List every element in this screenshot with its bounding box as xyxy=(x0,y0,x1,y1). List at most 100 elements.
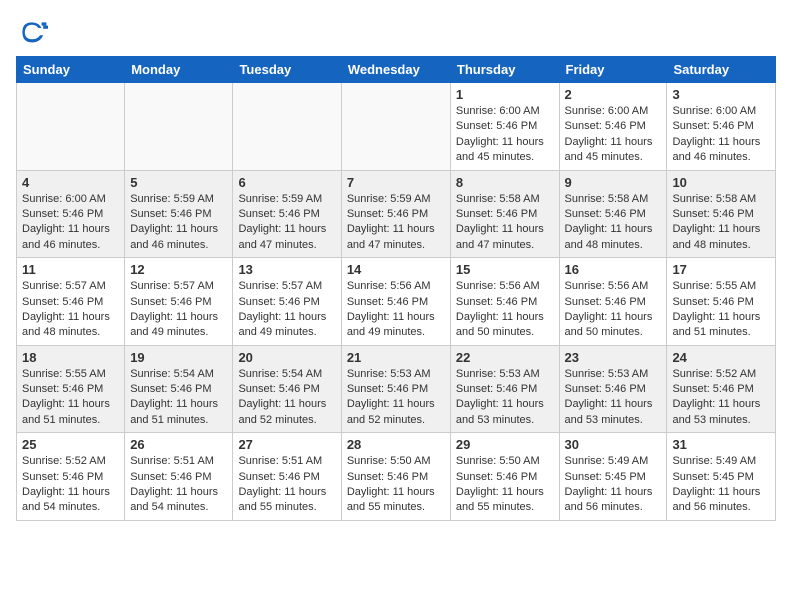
day-number: 30 xyxy=(565,437,662,452)
day-info: Sunrise: 5:53 AM Sunset: 5:46 PM Dayligh… xyxy=(565,367,662,429)
calendar-day: 30 Sunrise: 5:49 AM Sunset: 5:45 PM Dayli… xyxy=(559,433,667,521)
calendar-day: 8Sunrise: 5:58 AM Sunset: 5:46 PM Daylig… xyxy=(450,170,559,258)
calendar: SundayMondayTuesdayWednesdayThursdayFrid… xyxy=(16,56,776,521)
day-number: 2 xyxy=(565,87,662,102)
day-number: 23 xyxy=(565,350,662,365)
calendar-week-4: 18 Sunrise: 5:55 AM Sunset: 5:46 PM Dayli… xyxy=(17,345,776,433)
calendar-day xyxy=(125,83,233,171)
day-number: 16 xyxy=(565,262,662,277)
calendar-day: 2 Sunrise: 6:00 AM Sunset: 5:46 PM Daylig… xyxy=(559,83,667,171)
calendar-header-monday: Monday xyxy=(125,57,233,83)
calendar-day: 13Sunrise: 5:57 AM Sunset: 5:46 PM Dayli… xyxy=(233,258,341,346)
calendar-day: 14 Sunrise: 5:56 AM Sunset: 5:46 PM Dayli… xyxy=(341,258,450,346)
calendar-week-2: 4 Sunrise: 6:00 AM Sunset: 5:46 PM Daylig… xyxy=(17,170,776,258)
calendar-day xyxy=(233,83,341,171)
calendar-day: 12Sunrise: 5:57 AM Sunset: 5:46 PM Dayli… xyxy=(125,258,233,346)
calendar-day: 11 Sunrise: 5:57 AM Sunset: 5:46 PM Dayli… xyxy=(17,258,125,346)
day-info: Sunrise: 5:52 AM Sunset: 5:46 PM Dayligh… xyxy=(22,454,119,516)
day-number: 13 xyxy=(238,262,335,277)
day-number: 20 xyxy=(238,350,335,365)
day-info: Sunrise: 5:54 AM Sunset: 5:46 PM Dayligh… xyxy=(238,367,335,429)
day-number: 11 xyxy=(22,262,119,277)
calendar-day: 18 Sunrise: 5:55 AM Sunset: 5:46 PM Dayli… xyxy=(17,345,125,433)
calendar-header-row: SundayMondayTuesdayWednesdayThursdayFrid… xyxy=(17,57,776,83)
day-number: 25 xyxy=(22,437,119,452)
page-header xyxy=(16,16,776,48)
calendar-day: 24Sunrise: 5:52 AM Sunset: 5:46 PM Dayli… xyxy=(667,345,776,433)
calendar-day: 15 Sunrise: 5:56 AM Sunset: 5:46 PM Dayli… xyxy=(450,258,559,346)
day-info: Sunrise: 5:59 AM Sunset: 5:46 PM Dayligh… xyxy=(347,192,445,254)
calendar-day: 23 Sunrise: 5:53 AM Sunset: 5:46 PM Dayli… xyxy=(559,345,667,433)
calendar-day: 21 Sunrise: 5:53 AM Sunset: 5:46 PM Dayli… xyxy=(341,345,450,433)
calendar-body: 1 Sunrise: 6:00 AM Sunset: 5:46 PM Daylig… xyxy=(17,83,776,521)
day-number: 29 xyxy=(456,437,554,452)
calendar-day: 4 Sunrise: 6:00 AM Sunset: 5:46 PM Daylig… xyxy=(17,170,125,258)
day-info: Sunrise: 5:56 AM Sunset: 5:46 PM Dayligh… xyxy=(347,279,445,341)
calendar-day: 17 Sunrise: 5:55 AM Sunset: 5:46 PM Dayli… xyxy=(667,258,776,346)
day-info: Sunrise: 5:51 AM Sunset: 5:46 PM Dayligh… xyxy=(130,454,227,516)
calendar-day: 31 Sunrise: 5:49 AM Sunset: 5:45 PM Dayli… xyxy=(667,433,776,521)
day-info: Sunrise: 5:57 AM Sunset: 5:46 PM Dayligh… xyxy=(130,279,227,341)
day-info: Sunrise: 5:49 AM Sunset: 5:45 PM Dayligh… xyxy=(565,454,662,516)
calendar-day: 20 Sunrise: 5:54 AM Sunset: 5:46 PM Dayli… xyxy=(233,345,341,433)
day-number: 5 xyxy=(130,175,227,190)
calendar-day: 28 Sunrise: 5:50 AM Sunset: 5:46 PM Dayli… xyxy=(341,433,450,521)
calendar-day: 9Sunrise: 5:58 AM Sunset: 5:46 PM Daylig… xyxy=(559,170,667,258)
calendar-week-1: 1 Sunrise: 6:00 AM Sunset: 5:46 PM Daylig… xyxy=(17,83,776,171)
calendar-header-friday: Friday xyxy=(559,57,667,83)
day-number: 28 xyxy=(347,437,445,452)
day-number: 18 xyxy=(22,350,119,365)
day-number: 15 xyxy=(456,262,554,277)
day-info: Sunrise: 6:00 AM Sunset: 5:46 PM Dayligh… xyxy=(672,104,770,166)
day-info: Sunrise: 5:58 AM Sunset: 5:46 PM Dayligh… xyxy=(456,192,554,254)
day-number: 3 xyxy=(672,87,770,102)
calendar-week-3: 11 Sunrise: 5:57 AM Sunset: 5:46 PM Dayli… xyxy=(17,258,776,346)
day-info: Sunrise: 5:55 AM Sunset: 5:46 PM Dayligh… xyxy=(672,279,770,341)
day-number: 10 xyxy=(672,175,770,190)
day-number: 31 xyxy=(672,437,770,452)
calendar-header-thursday: Thursday xyxy=(450,57,559,83)
calendar-day: 10 Sunrise: 5:58 AM Sunset: 5:46 PM Dayli… xyxy=(667,170,776,258)
day-number: 4 xyxy=(22,175,119,190)
day-number: 19 xyxy=(130,350,227,365)
day-number: 22 xyxy=(456,350,554,365)
logo-icon xyxy=(16,16,48,48)
day-number: 14 xyxy=(347,262,445,277)
day-info: Sunrise: 5:50 AM Sunset: 5:46 PM Dayligh… xyxy=(347,454,445,516)
calendar-day: 16 Sunrise: 5:56 AM Sunset: 5:46 PM Dayli… xyxy=(559,258,667,346)
calendar-day: 22Sunrise: 5:53 AM Sunset: 5:46 PM Dayli… xyxy=(450,345,559,433)
calendar-day: 5 Sunrise: 5:59 AM Sunset: 5:46 PM Daylig… xyxy=(125,170,233,258)
day-info: Sunrise: 5:49 AM Sunset: 5:45 PM Dayligh… xyxy=(672,454,770,516)
calendar-day: 19Sunrise: 5:54 AM Sunset: 5:46 PM Dayli… xyxy=(125,345,233,433)
calendar-header-saturday: Saturday xyxy=(667,57,776,83)
day-number: 1 xyxy=(456,87,554,102)
calendar-day: 27 Sunrise: 5:51 AM Sunset: 5:46 PM Dayli… xyxy=(233,433,341,521)
day-info: Sunrise: 6:00 AM Sunset: 5:46 PM Dayligh… xyxy=(456,104,554,166)
day-info: Sunrise: 5:56 AM Sunset: 5:46 PM Dayligh… xyxy=(456,279,554,341)
day-info: Sunrise: 5:51 AM Sunset: 5:46 PM Dayligh… xyxy=(238,454,335,516)
calendar-header-sunday: Sunday xyxy=(17,57,125,83)
day-info: Sunrise: 6:00 AM Sunset: 5:46 PM Dayligh… xyxy=(22,192,119,254)
day-number: 17 xyxy=(672,262,770,277)
calendar-day: 3 Sunrise: 6:00 AM Sunset: 5:46 PM Daylig… xyxy=(667,83,776,171)
day-info: Sunrise: 5:59 AM Sunset: 5:46 PM Dayligh… xyxy=(130,192,227,254)
calendar-day: 1 Sunrise: 6:00 AM Sunset: 5:46 PM Daylig… xyxy=(450,83,559,171)
calendar-day xyxy=(341,83,450,171)
day-number: 7 xyxy=(347,175,445,190)
day-info: Sunrise: 5:55 AM Sunset: 5:46 PM Dayligh… xyxy=(22,367,119,429)
calendar-day: 29 Sunrise: 5:50 AM Sunset: 5:46 PM Dayli… xyxy=(450,433,559,521)
day-info: Sunrise: 5:50 AM Sunset: 5:46 PM Dayligh… xyxy=(456,454,554,516)
calendar-day: 6Sunrise: 5:59 AM Sunset: 5:46 PM Daylig… xyxy=(233,170,341,258)
day-number: 9 xyxy=(565,175,662,190)
day-info: Sunrise: 5:58 AM Sunset: 5:46 PM Dayligh… xyxy=(672,192,770,254)
calendar-day: 7 Sunrise: 5:59 AM Sunset: 5:46 PM Daylig… xyxy=(341,170,450,258)
day-info: Sunrise: 5:53 AM Sunset: 5:46 PM Dayligh… xyxy=(347,367,445,429)
day-info: Sunrise: 6:00 AM Sunset: 5:46 PM Dayligh… xyxy=(565,104,662,166)
day-number: 21 xyxy=(347,350,445,365)
day-info: Sunrise: 5:57 AM Sunset: 5:46 PM Dayligh… xyxy=(22,279,119,341)
day-number: 27 xyxy=(238,437,335,452)
day-number: 6 xyxy=(238,175,335,190)
logo xyxy=(16,16,52,48)
day-info: Sunrise: 5:56 AM Sunset: 5:46 PM Dayligh… xyxy=(565,279,662,341)
calendar-week-5: 25 Sunrise: 5:52 AM Sunset: 5:46 PM Dayli… xyxy=(17,433,776,521)
